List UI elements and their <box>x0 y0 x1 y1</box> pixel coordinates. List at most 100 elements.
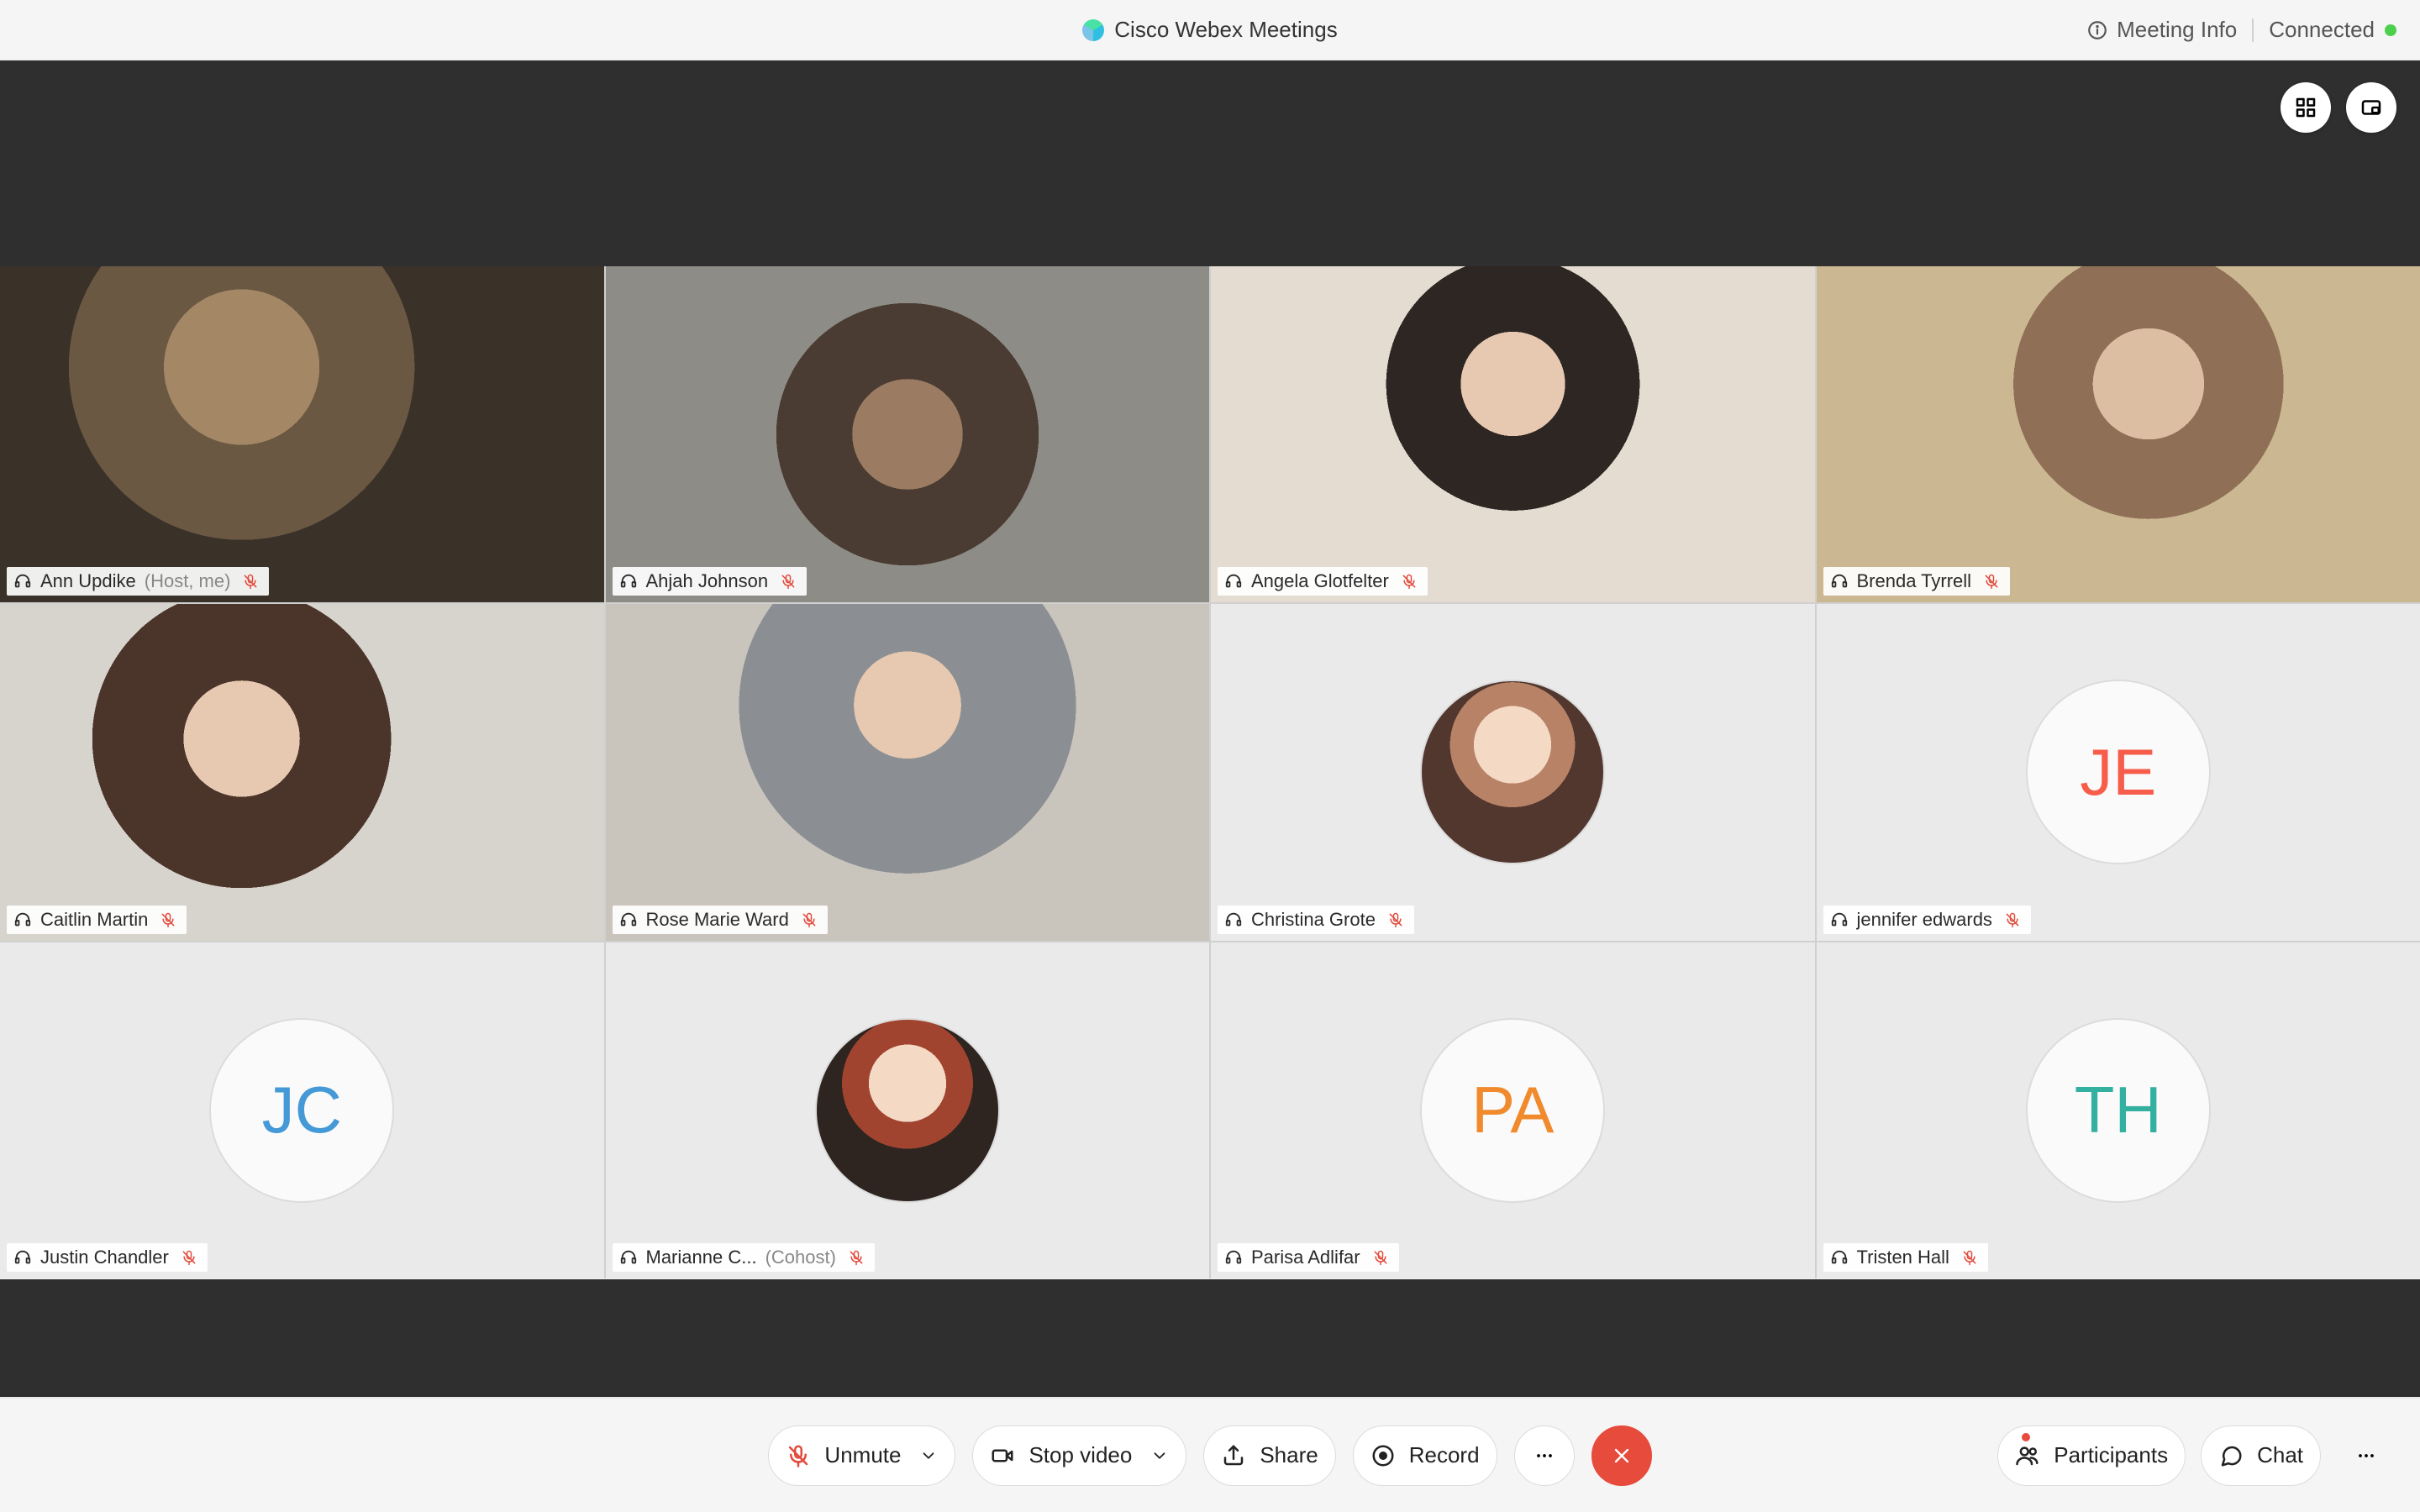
share-button[interactable]: Share <box>1203 1425 1335 1486</box>
layout-buttons <box>2281 82 2396 133</box>
participant-tile[interactable]: Ahjah Johnson <box>606 266 1210 602</box>
mic-muted-icon <box>2004 911 2021 928</box>
video-feed <box>0 604 604 940</box>
participant-name: jennifer edwards <box>1857 909 1992 931</box>
participant-tile[interactable]: Rose Marie Ward <box>606 604 1210 940</box>
participant-nameplate: Marianne C... (Cohost) <box>613 1243 875 1272</box>
participant-tile[interactable]: Angela Glotfelter <box>1211 266 1815 602</box>
unmute-button[interactable]: Unmute <box>768 1425 955 1486</box>
app-title: Cisco Webex Meetings <box>1082 17 1337 43</box>
participant-tile[interactable]: PA Parisa Adlifar <box>1211 942 1815 1278</box>
participant-tile[interactable]: TH Tristen Hall <box>1817 942 2420 1278</box>
leave-meeting-button[interactable] <box>1591 1425 1652 1486</box>
unmute-label: Unmute <box>824 1442 901 1468</box>
record-label: Record <box>1409 1442 1480 1468</box>
headset-icon <box>1224 572 1243 591</box>
headset-icon <box>1224 911 1243 929</box>
participant-name: Parisa Adlifar <box>1251 1247 1360 1268</box>
participant-tile[interactable]: JC Justin Chandler <box>0 942 604 1278</box>
participant-nameplate: Rose Marie Ward <box>613 906 828 934</box>
participant-tile[interactable]: Marianne C... (Cohost) <box>606 942 1210 1278</box>
avatar-photo <box>1420 680 1605 864</box>
stop-video-button[interactable]: Stop video <box>972 1425 1186 1486</box>
chat-icon <box>2218 1443 2244 1468</box>
divider <box>2252 18 2254 42</box>
video-grid: Ann Updike (Host, me) Ahjah Johnson Ange… <box>0 266 2420 1278</box>
chat-label: Chat <box>2257 1442 2303 1468</box>
participant-tile[interactable]: Ann Updike (Host, me) <box>0 266 604 602</box>
headset-icon <box>619 1248 638 1267</box>
connected-label: Connected <box>2269 17 2375 43</box>
participant-name: Marianne C... <box>646 1247 757 1268</box>
participants-button[interactable]: Participants <box>1997 1425 2186 1486</box>
participant-name: Ann Updike <box>40 570 136 592</box>
overflow-button[interactable] <box>2336 1425 2396 1486</box>
mic-muted-icon <box>1983 573 2000 590</box>
titlebar-right: Meeting Info Connected <box>2086 0 2396 60</box>
notification-dot-icon <box>2020 1431 2032 1443</box>
dots-icon <box>2354 1444 2378 1467</box>
record-button[interactable]: Record <box>1353 1425 1497 1486</box>
chat-button[interactable]: Chat <box>2201 1425 2321 1486</box>
mic-muted-icon <box>181 1249 197 1266</box>
stop-video-label: Stop video <box>1028 1442 1132 1468</box>
lower-band <box>0 1279 2420 1397</box>
center-controls: Unmute Stop video Share Record <box>768 1425 1651 1486</box>
participant-nameplate: Caitlin Martin <box>7 906 187 934</box>
meeting-info-button[interactable]: Meeting Info <box>2086 17 2237 43</box>
titlebar: Cisco Webex Meetings Meeting Info Connec… <box>0 0 2420 60</box>
participant-nameplate: Angela Glotfelter <box>1218 567 1428 596</box>
mic-muted-icon <box>242 573 259 590</box>
participant-role: (Host, me) <box>145 570 231 592</box>
participant-nameplate: Ann Updike (Host, me) <box>7 567 269 596</box>
mic-muted-icon <box>801 911 818 928</box>
mic-muted-icon <box>1372 1249 1389 1266</box>
participant-tile[interactable]: Caitlin Martin <box>0 604 604 940</box>
participant-name: Ahjah Johnson <box>646 570 769 592</box>
headset-icon <box>619 572 638 591</box>
video-feed <box>0 266 604 602</box>
connection-status: Connected <box>2269 17 2396 43</box>
mic-muted-icon <box>160 911 176 928</box>
mic-muted-icon <box>848 1249 865 1266</box>
avatar-initials: JC <box>209 1018 394 1203</box>
record-icon <box>1370 1443 1396 1468</box>
avatar-initials: JE <box>2026 680 2211 864</box>
headset-icon <box>1830 911 1849 929</box>
participant-name: Caitlin Martin <box>40 909 148 931</box>
participant-nameplate: Brenda Tyrrell <box>1823 567 2011 596</box>
mic-muted-icon <box>786 1443 811 1468</box>
participant-nameplate: Justin Chandler <box>7 1243 208 1272</box>
mic-muted-icon <box>1387 911 1404 928</box>
more-options-button[interactable] <box>1514 1425 1575 1486</box>
headset-icon <box>13 572 32 591</box>
chevron-down-icon[interactable] <box>919 1446 938 1465</box>
participant-name: Brenda Tyrrell <box>1857 570 1972 592</box>
app-title-text: Cisco Webex Meetings <box>1114 17 1337 43</box>
upper-band <box>0 60 2420 266</box>
avatar-initials: PA <box>1420 1018 1605 1203</box>
participant-nameplate: Parisa Adlifar <box>1218 1243 1399 1272</box>
participant-nameplate: Ahjah Johnson <box>613 567 808 596</box>
dots-icon <box>1533 1444 1556 1467</box>
participant-nameplate: Christina Grote <box>1218 906 1414 934</box>
meeting-info-label: Meeting Info <box>2117 17 2237 43</box>
layout-grid-button[interactable] <box>2281 82 2331 133</box>
share-icon <box>1221 1443 1246 1468</box>
video-feed <box>1211 266 1815 602</box>
participant-name: Rose Marie Ward <box>646 909 789 931</box>
popout-icon <box>2359 95 2384 120</box>
participant-name: Justin Chandler <box>40 1247 169 1268</box>
footer-controls: Unmute Stop video Share Record Participa <box>0 1398 2420 1512</box>
participants-icon <box>2015 1443 2040 1468</box>
participant-tile[interactable]: Christina Grote <box>1211 604 1815 940</box>
participant-tile[interactable]: JE jennifer edwards <box>1817 604 2420 940</box>
footer-right: Participants Chat <box>1997 1399 2396 1512</box>
grid-icon <box>2293 95 2318 120</box>
chevron-down-icon[interactable] <box>1150 1446 1169 1465</box>
close-icon <box>1610 1444 1634 1467</box>
headset-icon <box>13 911 32 929</box>
participant-tile[interactable]: Brenda Tyrrell <box>1817 266 2420 602</box>
layout-pop-button[interactable] <box>2346 82 2396 133</box>
video-icon <box>990 1443 1015 1468</box>
